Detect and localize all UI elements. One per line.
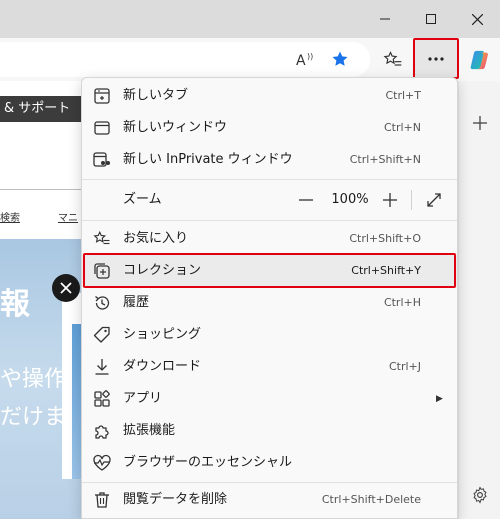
nav-link-search[interactable]: 検索 (0, 209, 20, 224)
nav-link-manual[interactable]: マニ (58, 209, 78, 224)
new-tab-icon (92, 86, 112, 106)
menu-item-label: ダウンロード (123, 359, 202, 374)
menu-item-label: 新しいウィンドウ (123, 120, 228, 135)
maximize-button[interactable] (408, 0, 454, 38)
star-filled-icon (332, 51, 348, 66)
minimize-icon (380, 18, 390, 20)
close-icon (60, 282, 72, 294)
menu-item-label: お気に入り (123, 231, 189, 246)
menu-item-label: 閲覧データを削除 (123, 492, 228, 507)
popup-close-button[interactable] (52, 274, 80, 302)
menu-separator (82, 179, 457, 180)
sidebar-settings-button[interactable] (464, 479, 496, 511)
divider (0, 189, 81, 190)
hero-text-line: だけま (0, 405, 67, 430)
favorites-icon (92, 229, 112, 249)
more-dots-icon (428, 56, 444, 61)
address-bar[interactable]: A )) (0, 42, 370, 77)
menu-item-label: アプリ (123, 391, 163, 406)
favorites-button[interactable] (377, 44, 409, 76)
menu-item-label: 履歴 (123, 295, 150, 310)
menu-item-label: ショッピング (123, 327, 202, 342)
collections-icon (92, 261, 112, 281)
minus-icon (299, 199, 313, 201)
extensions-icon (92, 421, 112, 441)
menu-item-browser-essentials[interactable]: ブラウザーのエッセンシャル (82, 447, 457, 479)
copilot-button[interactable] (464, 44, 496, 76)
menu-item-shortcut: Ctrl+H (383, 296, 421, 309)
menu-item-history[interactable]: 履歴 Ctrl+H (82, 287, 457, 319)
menu-item-new-tab[interactable]: 新しいタブ Ctrl+T (82, 80, 457, 112)
zoom-divider (411, 190, 412, 210)
menu-item-shortcut: Ctrl+Shift+O (349, 232, 421, 245)
svg-text:)): )) (307, 52, 313, 61)
menu-item-shortcut: Ctrl+Shift+Delete (321, 493, 421, 506)
close-window-button[interactable] (454, 0, 500, 38)
full-screen-button[interactable] (420, 181, 448, 219)
gear-icon (473, 486, 487, 504)
menu-item-favorites[interactable]: お気に入り Ctrl+Shift+O (82, 223, 457, 255)
popup-image (72, 324, 81, 479)
menu-item-new-inprivate-window[interactable]: 新しい InPrivate ウィンドウ Ctrl+Shift+N (82, 144, 457, 176)
menu-item-shortcut: Ctrl+Shift+N (349, 153, 421, 166)
menu-item-downloads[interactable]: ダウンロード Ctrl+J (82, 351, 457, 383)
menu-item-extensions[interactable]: 拡張機能 (82, 415, 457, 447)
menu-item-label: ブラウザーのエッセンシャル (123, 455, 293, 470)
settings-and-more-button[interactable] (413, 38, 459, 79)
menu-separator (82, 482, 457, 483)
sidebar-add-button[interactable] (464, 107, 496, 139)
menu-item-label: 新しい InPrivate ウィンドウ (123, 152, 293, 167)
favorites-list-icon (383, 51, 402, 66)
browser-toolbar: A )) (0, 38, 500, 81)
apps-icon (92, 389, 112, 409)
zoom-level-value: 100% (331, 192, 369, 207)
edge-sidebar (458, 81, 500, 519)
hero-text-line: や操作 (0, 367, 67, 392)
menu-item-label: 新しいタブ (123, 88, 189, 103)
svg-text:A: A (296, 53, 306, 67)
plus-icon (473, 116, 487, 130)
inprivate-icon (92, 150, 112, 170)
menu-item-label: 拡張機能 (123, 423, 176, 438)
zoom-in-button[interactable] (378, 181, 402, 219)
title-bar (0, 0, 500, 38)
shopping-tag-icon (92, 325, 112, 345)
read-aloud-button[interactable]: A )) (290, 43, 322, 75)
download-icon (92, 357, 112, 377)
full-screen-icon (427, 193, 441, 207)
delete-icon (92, 490, 112, 510)
read-aloud-icon: A )) (296, 52, 313, 67)
menu-zoom-row: ズーム 100% (82, 181, 457, 219)
menu-item-collections[interactable]: コレクション Ctrl+Shift+Y (82, 255, 457, 287)
close-icon (471, 13, 483, 25)
zoom-label: ズーム (123, 192, 162, 207)
history-icon (92, 293, 112, 313)
maximize-icon (426, 14, 436, 24)
menu-item-label: コレクション (123, 263, 202, 278)
hero-heading: 報 (0, 287, 30, 322)
menu-item-apps[interactable]: アプリ ▶ (82, 383, 457, 415)
menu-item-clear-browsing-data[interactable]: 閲覧データを削除 Ctrl+Shift+Delete (82, 484, 457, 516)
copilot-icon (470, 50, 488, 70)
menu-item-shortcut: Ctrl+Shift+Y (351, 264, 421, 277)
menu-item-shortcut: Ctrl+J (388, 360, 421, 373)
favorite-star-button[interactable] (324, 43, 356, 75)
new-window-icon (92, 118, 112, 138)
menu-item-shortcut: Ctrl+N (383, 121, 421, 134)
minimize-button[interactable] (362, 0, 408, 38)
menu-separator (82, 220, 457, 221)
menu-item-shortcut: Ctrl+T (385, 89, 421, 102)
zoom-out-button[interactable] (294, 181, 318, 219)
menu-item-shopping[interactable]: ショッピング (82, 319, 457, 351)
plus-icon (383, 193, 397, 207)
menu-item-new-window[interactable]: 新しいウィンドウ Ctrl+N (82, 112, 457, 144)
submenu-arrow-icon: ▶ (436, 394, 443, 404)
settings-and-more-menu: 新しいタブ Ctrl+T 新しいウィンドウ Ctrl+N 新しい InPriva… (81, 77, 458, 519)
browser-essentials-icon (92, 453, 112, 473)
